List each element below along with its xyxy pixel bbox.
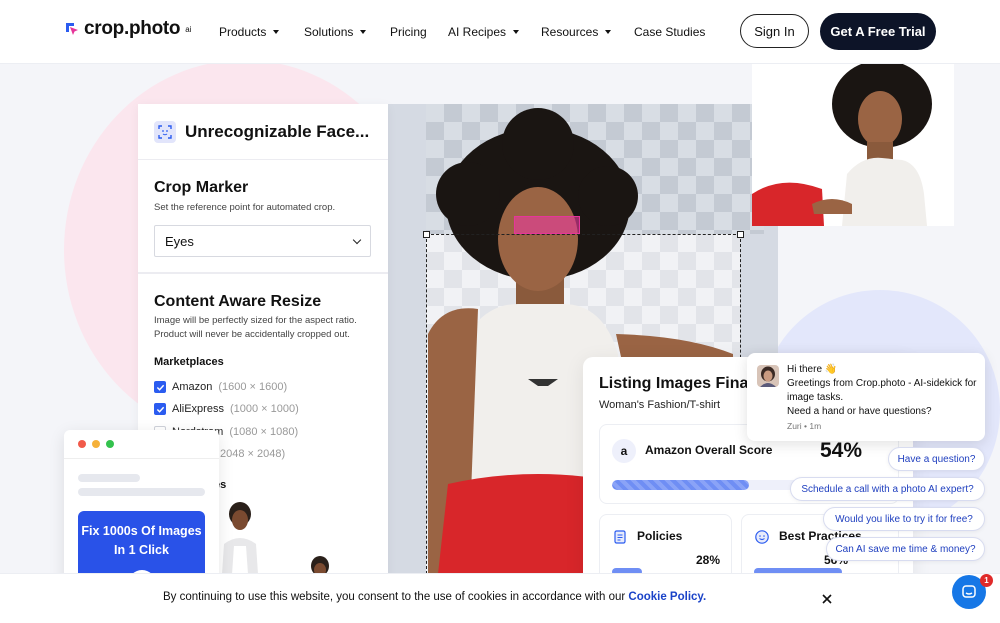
caret-down-icon — [360, 30, 367, 34]
marketplace-dims: 2048 × 2048) — [220, 448, 286, 460]
marketplace-name: Amazon — [172, 381, 213, 393]
browser-mockup: Fix 1000s Of Images In 1 Click — [64, 430, 219, 595]
nav-ai-recipes-label: AI Recipes — [448, 25, 507, 39]
window-minimize-dot — [92, 440, 100, 448]
quick-reply-try-free[interactable]: Would you like to try it for free? — [823, 507, 985, 531]
panel-header: Unrecognizable Face... — [138, 104, 388, 160]
caret-down-icon — [273, 30, 280, 34]
model-thumb — [752, 64, 954, 226]
smile-icon — [755, 530, 769, 544]
policies-label: Policies — [637, 529, 683, 543]
nav-solutions[interactable]: Solutions — [304, 25, 367, 39]
eye-crop-marker[interactable] — [514, 216, 580, 234]
caret-down-icon — [605, 30, 612, 34]
chat-icon — [962, 585, 976, 598]
cookie-banner: By continuing to use this website, you c… — [0, 573, 1000, 623]
logo[interactable]: crop.photo ai — [64, 18, 191, 40]
nav-products-label: Products — [219, 25, 267, 39]
panel-title: Unrecognizable Face... — [185, 121, 370, 141]
nav-pricing-label: Pricing — [390, 25, 427, 39]
crop-marker-value: Eyes — [165, 233, 194, 249]
window-maximize-dot — [106, 440, 114, 448]
logo-icon — [64, 21, 80, 37]
marketplaces-title: Marketplaces — [154, 356, 224, 368]
marketplace-dims: (1080 × 1080) — [229, 426, 299, 438]
placeholder-line — [78, 488, 205, 496]
nav-resources[interactable]: Resources — [541, 25, 612, 39]
nav-products[interactable]: Products — [219, 25, 280, 39]
top-nav: crop.photo ai Products Solutions Pricing… — [0, 0, 1000, 64]
resize-subtitle-2: Product will never be accidentally cropp… — [154, 329, 350, 340]
listing-title: Listing Images Final — [599, 375, 753, 392]
agent-avatar — [757, 365, 779, 387]
marketplace-other[interactable]: 2048 × 2048) — [220, 448, 285, 460]
quick-reply-save-time[interactable]: Can AI save me time & money? — [826, 537, 985, 561]
resize-subtitle-1: Image will be perfectly sized for the as… — [154, 315, 357, 326]
listing-subtitle: Woman's Fashion/T-shirt — [599, 399, 721, 411]
cropped-preview — [752, 64, 954, 226]
checkbox-checked[interactable] — [154, 403, 166, 415]
nav-case-studies-label: Case Studies — [634, 25, 706, 39]
chat-message: Hi there 👋 Greetings from Crop.photo - A… — [787, 363, 977, 419]
quick-reply-question[interactable]: Have a question? — [888, 447, 985, 471]
sample-person-photo — [222, 502, 258, 574]
chat-unread-badge: 1 — [980, 574, 993, 587]
window-close-dot — [78, 440, 86, 448]
divider — [138, 272, 388, 274]
sign-in-button[interactable]: Sign In — [740, 14, 809, 48]
crop-marker-subtitle: Set the reference point for automated cr… — [154, 202, 336, 213]
logo-sup: ai — [185, 24, 192, 34]
cookie-text: By continuing to use this website, you c… — [163, 591, 706, 603]
document-icon — [614, 530, 626, 544]
policies-value: 28% — [696, 553, 721, 567]
nav-resources-label: Resources — [541, 25, 599, 39]
quick-reply-schedule-call[interactable]: Schedule a call with a photo AI expert? — [790, 477, 985, 501]
logo-text: crop.photo — [84, 18, 181, 39]
free-trial-button[interactable]: Get A Free Trial — [820, 13, 936, 50]
nav-ai-recipes[interactable]: AI Recipes — [448, 25, 520, 39]
chat-greeting: Hi there 👋 — [787, 364, 838, 375]
crop-handle[interactable] — [423, 231, 430, 238]
amazon-score-value: 54% — [820, 439, 863, 462]
marketplace-dims: (1600 × 1600) — [218, 381, 288, 393]
cookie-policy-link[interactable]: Cookie Policy. — [628, 591, 706, 603]
divider — [64, 458, 219, 459]
cookie-message: By continuing to use this website, you c… — [163, 591, 629, 603]
close-icon[interactable] — [820, 592, 834, 606]
nav-case-studies[interactable]: Case Studies — [634, 25, 705, 39]
chat-line-1: Greetings from Crop.photo - AI-sidekick … — [787, 378, 977, 403]
crop-marker-title: Crop Marker — [154, 179, 249, 196]
crop-marker-select[interactable]: Eyes — [154, 225, 371, 257]
chevron-down-icon — [352, 235, 362, 244]
chat-line-2: Need a hand or have questions? — [787, 406, 932, 417]
resize-title: Content Aware Resize — [154, 293, 322, 310]
nav-solutions-label: Solutions — [304, 25, 354, 39]
marketplace-name: AliExpress — [172, 403, 224, 415]
face-scan-icon — [154, 120, 176, 143]
amazon-score-bar-fill — [612, 480, 750, 490]
chat-popup[interactable]: Hi there 👋 Greetings from Crop.photo - A… — [747, 353, 985, 441]
crop-handle[interactable] — [737, 231, 744, 238]
marketplace-aliexpress[interactable]: AliExpress (1000 × 1000) — [154, 403, 299, 415]
caret-down-icon — [513, 30, 520, 34]
placeholder-line — [78, 474, 140, 482]
marketplace-amazon[interactable]: Amazon (1600 × 1600) — [154, 381, 287, 393]
amazon-score-label: Amazon Overall Score — [645, 443, 773, 457]
checkbox-checked[interactable] — [154, 381, 166, 393]
nav-pricing[interactable]: Pricing — [390, 25, 427, 39]
amazon-icon: a — [612, 439, 636, 463]
marketplace-dims: (1000 × 1000) — [229, 403, 299, 415]
chat-meta: Zuri • 1m — [787, 421, 822, 431]
